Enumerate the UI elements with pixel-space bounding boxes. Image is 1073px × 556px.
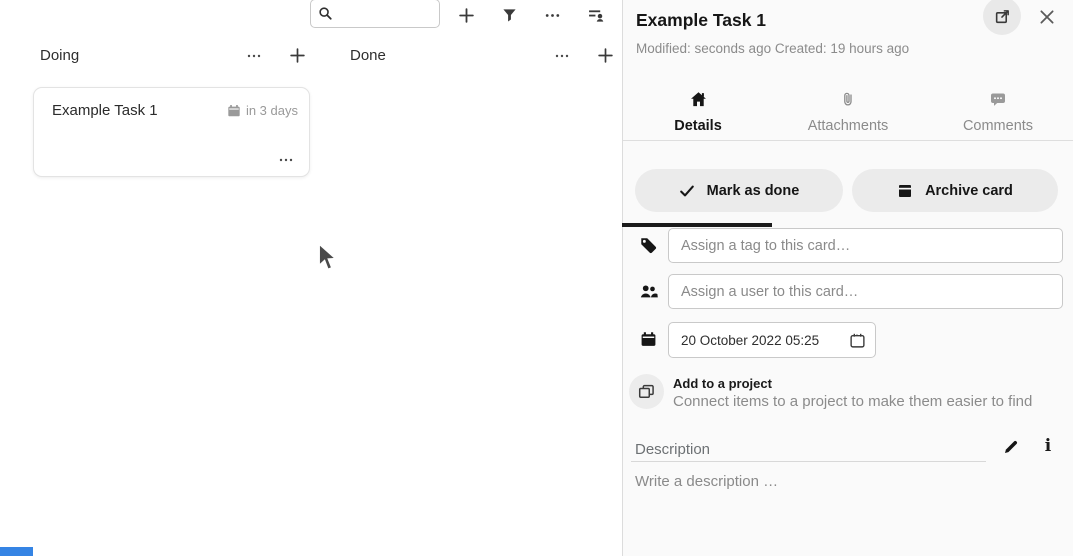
close-icon <box>1038 8 1056 26</box>
calendar-icon <box>227 104 241 118</box>
tabs-divider <box>623 140 1073 141</box>
search-input[interactable] <box>333 6 433 21</box>
plus-icon <box>597 47 614 64</box>
description-label: Description <box>635 441 710 458</box>
panel-title: Example Task 1 <box>636 10 766 31</box>
archive-icon <box>897 183 913 199</box>
pencil-icon <box>1003 439 1019 455</box>
ellipsis-icon <box>278 152 294 168</box>
tab-comments-label: Comments <box>963 118 1033 134</box>
task-card-title: Example Task 1 <box>52 102 158 119</box>
filter-button[interactable] <box>498 4 520 26</box>
due-date-input[interactable] <box>669 323 829 357</box>
kanban-board: Doing Done Example Task 1 in 3 days <box>0 0 622 556</box>
search-box[interactable] <box>310 0 440 28</box>
mark-as-done-label: Mark as done <box>707 183 800 199</box>
plus-icon <box>458 7 475 24</box>
tab-attachments-label: Attachments <box>808 118 889 134</box>
tab-details-label: Details <box>674 118 722 134</box>
edit-description-button[interactable] <box>1001 437 1021 457</box>
task-card-menu-button[interactable] <box>277 153 295 167</box>
column-done-menu-button[interactable] <box>553 48 571 64</box>
filter-icon <box>502 8 517 23</box>
ellipsis-icon <box>246 48 262 64</box>
assign-tag-input[interactable] <box>668 228 1063 263</box>
description-info-button[interactable]: i <box>1040 435 1056 457</box>
calendar-outline-icon <box>849 332 866 349</box>
column-title-doing: Doing <box>40 47 79 64</box>
assign-user-input[interactable] <box>668 274 1063 309</box>
add-to-project-title: Add to a project <box>673 376 772 391</box>
panel-tabs: Details Attachments Comments <box>623 85 1073 141</box>
task-card-due-text: in 3 days <box>246 103 298 118</box>
add-card-button[interactable] <box>455 4 477 26</box>
calendar-icon <box>640 331 657 348</box>
sort-tasks-icon <box>588 7 605 24</box>
mark-as-done-button[interactable]: Mark as done <box>635 169 843 212</box>
column-title-done: Done <box>350 47 386 64</box>
projects-icon <box>638 383 655 400</box>
task-detail-panel: Example Task 1 Modified: seconds ago Cre… <box>623 0 1073 556</box>
ellipsis-icon <box>544 7 561 24</box>
sort-tasks-button[interactable] <box>585 4 607 26</box>
description-placeholder[interactable]: Write a description … <box>635 473 778 490</box>
archive-card-label: Archive card <box>925 183 1013 199</box>
search-icon <box>318 6 333 21</box>
panel-meta: Modified: seconds ago Created: 19 hours … <box>636 41 909 56</box>
ellipsis-icon <box>554 48 570 64</box>
active-tab-underline <box>622 223 772 227</box>
column-done-add-button[interactable] <box>596 46 615 65</box>
accent-indicator <box>0 547 33 556</box>
board-menu-button[interactable] <box>541 4 563 26</box>
open-in-new-window-icon <box>994 8 1011 25</box>
archive-card-button[interactable]: Archive card <box>852 169 1058 212</box>
task-card-due: in 3 days <box>227 103 298 118</box>
tag-icon <box>640 237 657 254</box>
tab-details[interactable]: Details <box>623 85 773 141</box>
column-doing-menu-button[interactable] <box>245 48 263 64</box>
plus-icon <box>289 47 306 64</box>
info-icon: i <box>1045 436 1051 456</box>
tab-comments[interactable]: Comments <box>923 85 1073 141</box>
home-icon <box>690 89 707 109</box>
comment-icon <box>990 89 1006 109</box>
tab-attachments[interactable]: Attachments <box>773 85 923 141</box>
date-picker-button[interactable] <box>849 332 866 349</box>
add-to-project-subtitle: Connect items to a project to make them … <box>673 393 1032 410</box>
description-divider <box>631 461 986 462</box>
add-to-project-button[interactable] <box>629 374 664 409</box>
due-date-field[interactable] <box>668 322 876 358</box>
column-doing-add-button[interactable] <box>288 46 307 65</box>
close-panel-button[interactable] <box>1037 8 1057 28</box>
open-in-window-button[interactable] <box>983 0 1021 35</box>
paperclip-icon <box>840 89 856 109</box>
check-icon <box>679 183 695 199</box>
task-card[interactable]: Example Task 1 in 3 days <box>33 87 310 177</box>
users-icon <box>640 283 658 300</box>
